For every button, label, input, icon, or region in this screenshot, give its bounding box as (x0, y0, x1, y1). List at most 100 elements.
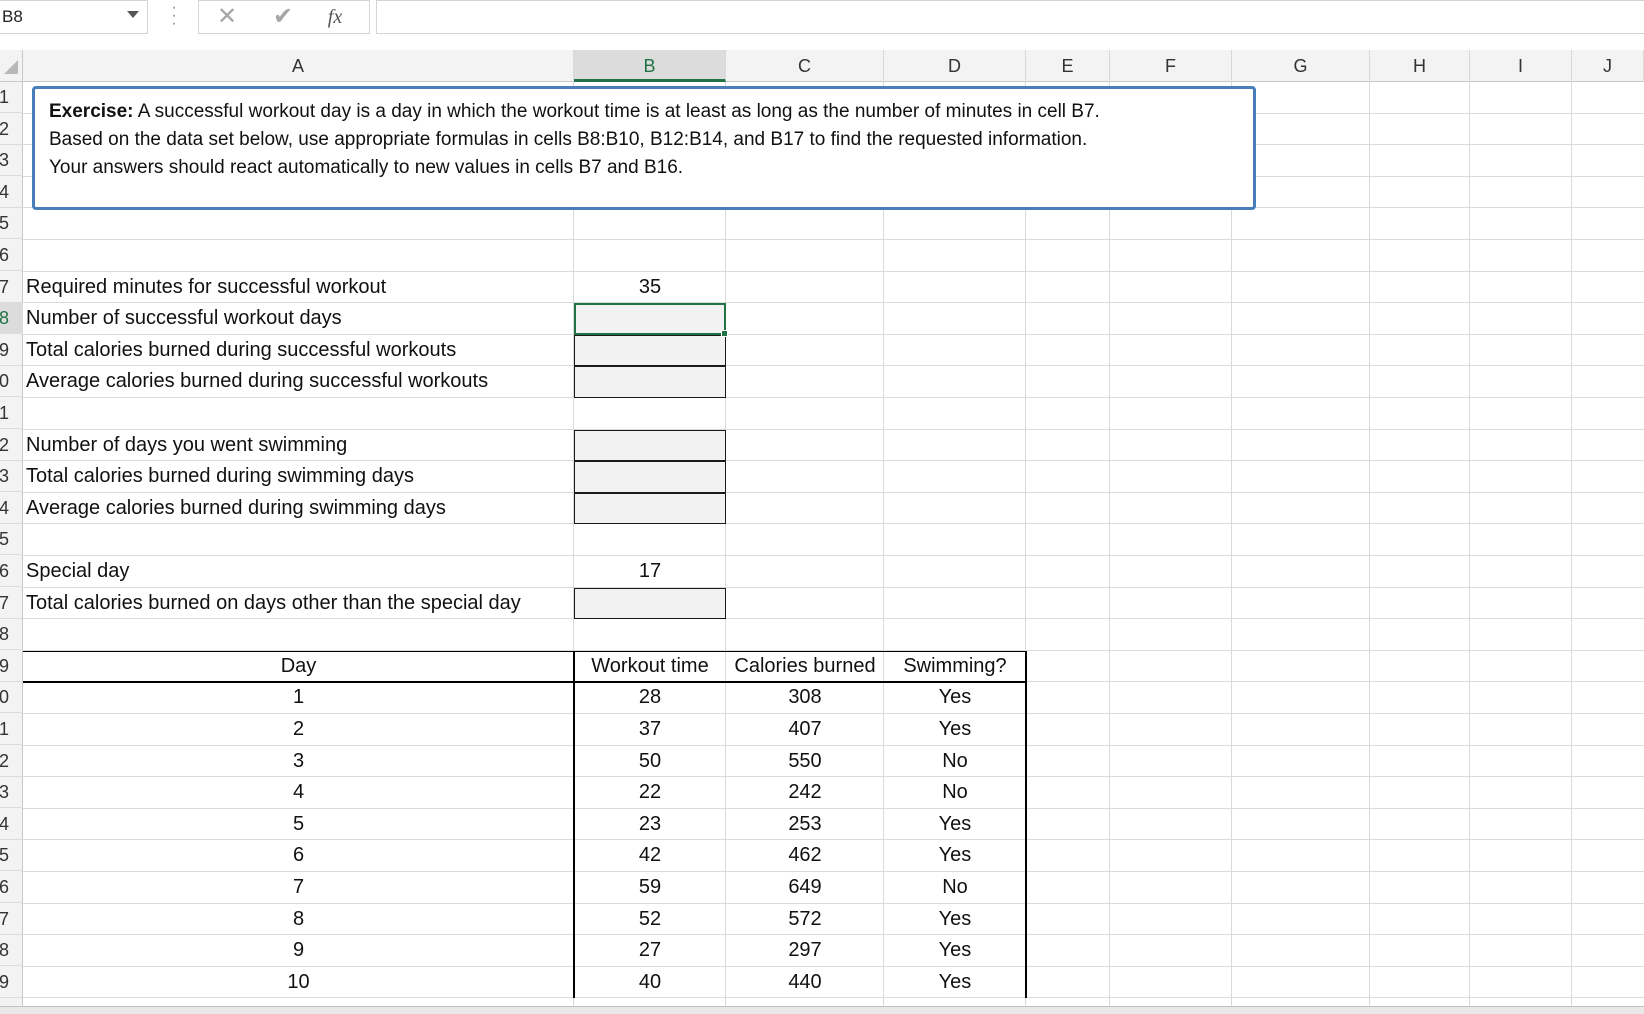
table-cell[interactable]: 59 (574, 872, 726, 903)
column-header-a[interactable]: A (23, 50, 574, 82)
table-cell[interactable]: 10 (23, 967, 574, 998)
answer-cell-b17[interactable] (574, 587, 726, 620)
label-total-calories-other[interactable]: Total calories burned on days other than… (23, 588, 574, 619)
table-cell[interactable]: Yes (884, 904, 1026, 935)
row-header-17[interactable]: 17 (0, 588, 23, 619)
table-cell[interactable]: Yes (884, 682, 1026, 713)
answer-cell-b14[interactable] (574, 492, 726, 525)
answer-cell-b12[interactable] (574, 429, 726, 462)
table-cell[interactable]: 5 (23, 809, 574, 840)
row-header-25[interactable]: 25 (0, 840, 23, 872)
table-cell[interactable]: 242 (726, 777, 884, 808)
row-header-21[interactable]: 21 (0, 714, 23, 745)
row-header-10[interactable]: 10 (0, 366, 23, 398)
insert-function-icon[interactable]: fx (315, 3, 355, 31)
label-required-minutes[interactable]: Required minutes for successful workout (23, 272, 574, 303)
label-swimming-days[interactable]: Number of days you went swimming (23, 430, 574, 461)
label-avg-calories-successful[interactable]: Average calories burned during successfu… (23, 366, 574, 397)
column-header-i[interactable]: I (1470, 50, 1572, 82)
row-header-28[interactable]: 28 (0, 935, 23, 967)
row-header-9[interactable]: 9 (0, 335, 23, 366)
row-header-27[interactable]: 27 (0, 904, 23, 935)
label-special-day[interactable]: Special day (23, 556, 574, 587)
table-cell[interactable]: 27 (574, 935, 726, 966)
row-header-7[interactable]: 7 (0, 272, 23, 303)
exercise-textbox[interactable]: Exercise: A successful workout day is a … (32, 86, 1256, 210)
table-cell[interactable]: 572 (726, 904, 884, 935)
column-header-b[interactable]: B (574, 50, 726, 82)
table-cell[interactable]: 649 (726, 872, 884, 903)
table-cell[interactable]: 37 (574, 714, 726, 745)
cell-b7-required-minutes[interactable]: 35 (574, 272, 726, 303)
table-cell[interactable]: 3 (23, 746, 574, 777)
row-header-12[interactable]: 12 (0, 430, 23, 461)
table-cell[interactable]: Yes (884, 840, 1026, 871)
answer-cell-b13[interactable] (574, 461, 726, 493)
table-cell[interactable]: Yes (884, 809, 1026, 840)
table-cell[interactable]: 42 (574, 840, 726, 871)
row-header-15[interactable]: 15 (0, 524, 23, 556)
table-cell[interactable]: 23 (574, 809, 726, 840)
table-cell[interactable]: 40 (574, 967, 726, 998)
label-avg-calories-swimming[interactable]: Average calories burned during swimming … (23, 493, 574, 524)
table-cell[interactable]: 22 (574, 777, 726, 808)
table-cell[interactable]: 7 (23, 872, 574, 903)
row-header-13[interactable]: 13 (0, 461, 23, 493)
column-header-d[interactable]: D (884, 50, 1026, 82)
table-cell[interactable]: No (884, 746, 1026, 777)
chevron-down-icon[interactable] (127, 11, 139, 18)
column-header-e[interactable]: E (1026, 50, 1110, 82)
column-header-j[interactable]: J (1572, 50, 1644, 82)
row-header-24[interactable]: 24 (0, 809, 23, 840)
table-cell[interactable]: 8 (23, 904, 574, 935)
name-box-value[interactable]: B8 (2, 7, 23, 27)
check-icon[interactable]: ✔ (263, 3, 303, 31)
table-cell[interactable]: 2 (23, 714, 574, 745)
label-total-calories-successful[interactable]: Total calories burned during successful … (23, 335, 574, 366)
row-header-8[interactable]: 8 (0, 303, 23, 335)
table-cell[interactable]: Yes (884, 935, 1026, 966)
table-cell[interactable]: Yes (884, 714, 1026, 745)
answer-cell-b9[interactable] (574, 334, 726, 367)
row-header-29[interactable]: 29 (0, 967, 23, 998)
table-header-workout-time[interactable]: Workout time (574, 651, 726, 682)
fill-handle[interactable] (721, 329, 728, 337)
row-header-23[interactable]: 23 (0, 777, 23, 809)
table-header-calories-burned[interactable]: Calories burned (726, 651, 884, 682)
cancel-icon[interactable]: ✕ (207, 3, 247, 31)
column-header-c[interactable]: C (726, 50, 884, 82)
table-cell[interactable]: 50 (574, 746, 726, 777)
table-cell[interactable]: 407 (726, 714, 884, 745)
table-header-day[interactable]: Day (23, 651, 574, 682)
row-header-16[interactable]: 16 (0, 556, 23, 587)
table-cell[interactable]: 253 (726, 809, 884, 840)
table-cell[interactable]: No (884, 872, 1026, 903)
label-total-calories-swimming[interactable]: Total calories burned during swimming da… (23, 461, 574, 492)
more-options-icon[interactable]: · · · (170, 0, 178, 32)
select-all-button[interactable] (0, 50, 23, 82)
label-successful-days[interactable]: Number of successful workout days (23, 303, 574, 334)
row-header-4[interactable]: 4 (0, 177, 23, 208)
table-cell[interactable]: 28 (574, 682, 726, 713)
table-cell[interactable]: 308 (726, 682, 884, 713)
table-cell[interactable]: 440 (726, 967, 884, 998)
table-cell[interactable]: Yes (884, 967, 1026, 998)
name-box[interactable]: B8 (0, 0, 148, 34)
table-header-swimming[interactable]: Swimming? (884, 651, 1026, 682)
table-cell[interactable]: 4 (23, 777, 574, 808)
cell-b16-special-day[interactable]: 17 (574, 556, 726, 587)
active-cell-b8[interactable] (574, 303, 726, 335)
row-header-11[interactable]: 11 (0, 398, 23, 429)
column-header-h[interactable]: H (1370, 50, 1470, 82)
table-cell[interactable]: No (884, 777, 1026, 808)
row-header-14[interactable]: 14 (0, 493, 23, 524)
table-cell[interactable]: 6 (23, 840, 574, 871)
row-header-1[interactable]: 1 (0, 82, 23, 113)
row-header-6[interactable]: 6 (0, 240, 23, 271)
table-cell[interactable]: 462 (726, 840, 884, 871)
row-header-19[interactable]: 19 (0, 651, 23, 682)
table-cell[interactable]: 9 (23, 935, 574, 966)
table-cell[interactable]: 1 (23, 682, 574, 713)
table-cell[interactable]: 550 (726, 746, 884, 777)
row-header-3[interactable]: 3 (0, 145, 23, 177)
